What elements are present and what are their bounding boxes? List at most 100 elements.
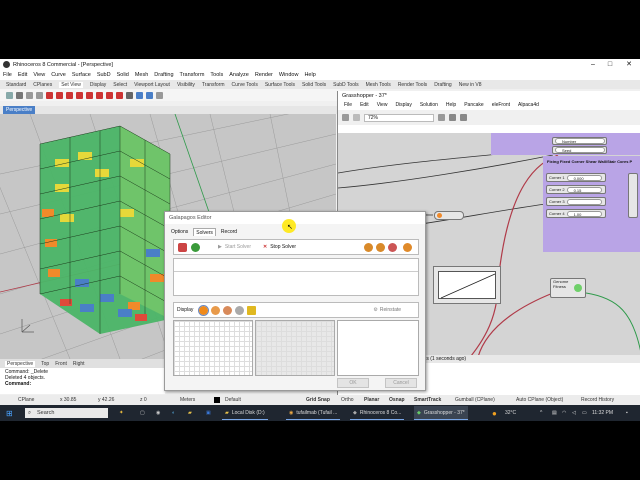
toolbar-tab-standard[interactable]: Standard: [6, 82, 26, 88]
toolbar-pan-icon[interactable]: [6, 91, 13, 99]
gh-save-icon[interactable]: [342, 114, 349, 121]
task-view-icon[interactable]: ▢: [140, 409, 145, 417]
zoom-field[interactable]: 72%: [364, 113, 434, 122]
taskbar-clock[interactable]: 11:32 PM: [592, 409, 613, 417]
toolbar-tab-drafting[interactable]: Drafting: [434, 82, 452, 88]
toggle-auto-cplane[interactable]: Auto CPlane (Object): [516, 397, 563, 403]
start-solver-button[interactable]: Start Solver: [225, 244, 251, 250]
tab-record[interactable]: Record: [219, 228, 239, 236]
task-grasshopper[interactable]: ◆ Grasshopper - 37*: [414, 406, 468, 420]
slider-corner-3[interactable]: Corner 3: [546, 197, 606, 206]
toolbar-tab-cplanes[interactable]: CPlanes: [33, 82, 52, 88]
toolbar-display-icon[interactable]: [146, 91, 153, 99]
viewport-tab-top[interactable]: Top: [41, 361, 49, 367]
toolbar-left-icon[interactable]: [86, 91, 93, 99]
menu-file[interactable]: File: [3, 72, 12, 78]
toolbar-perspective-icon[interactable]: [116, 91, 123, 99]
toolbar-tab-render-tools[interactable]: Render Tools: [398, 82, 427, 88]
gh-menu-alpaca4d[interactable]: Alpaca4d: [518, 102, 539, 108]
tab-solvers[interactable]: Solvers: [193, 228, 216, 236]
toggle-osnap[interactable]: Osnap: [389, 397, 405, 403]
menu-analyze[interactable]: Analyze: [229, 72, 249, 78]
menu-transform[interactable]: Transform: [180, 72, 205, 78]
weather-temperature[interactable]: 32°C: [505, 409, 516, 417]
menu-window[interactable]: Window: [279, 72, 299, 78]
gh-menu-view[interactable]: View: [377, 102, 388, 108]
toggle-gumball[interactable]: Gumball (CPlane): [455, 397, 495, 403]
status-units[interactable]: Meters: [180, 397, 195, 403]
display-orange-icon[interactable]: [198, 304, 210, 316]
display-light-orange-icon[interactable]: [211, 305, 221, 315]
toolbar-tab-set-view[interactable]: Set View: [59, 81, 83, 88]
gh-sketch-icon[interactable]: [438, 114, 445, 121]
status-layer[interactable]: Default: [225, 397, 241, 403]
gauge-icon[interactable]: [388, 242, 398, 252]
status-cplane[interactable]: CPlane: [18, 397, 34, 403]
toolbar-render-icon[interactable]: [136, 91, 143, 99]
gh-eye-icon[interactable]: [460, 114, 467, 121]
taskbar-search-box[interactable]: ⌕ Search ✦: [25, 408, 124, 418]
menu-subd[interactable]: SubD: [97, 72, 111, 78]
menu-solid[interactable]: Solid: [117, 72, 129, 78]
toolbar-tab-transform[interactable]: Transform: [202, 82, 225, 88]
tray-volume-icon[interactable]: ◁: [572, 409, 576, 417]
minimize-icon[interactable]: –: [586, 59, 600, 70]
gh-menu-pancake[interactable]: Pancake: [464, 102, 483, 108]
gh-menu-display[interactable]: Display: [395, 102, 411, 108]
store-icon[interactable]: ▣: [206, 409, 211, 417]
toolbar-tab-subd-tools[interactable]: SubD Tools: [333, 82, 358, 88]
explorer-icon[interactable]: ▰: [188, 409, 192, 417]
task-rhinoceros[interactable]: ◆ Rhinoceros 8 Co...: [350, 406, 405, 420]
chat-icon[interactable]: ◉: [156, 409, 160, 417]
toggle-ortho[interactable]: Ortho: [341, 397, 354, 403]
toggle-smarttrack[interactable]: SmartTrack: [414, 397, 441, 403]
ok-button[interactable]: OK: [337, 378, 369, 388]
windows-start-icon[interactable]: ⊞: [6, 409, 13, 418]
toggle-grid-snap[interactable]: Grid Snap: [306, 397, 330, 403]
gh-menu-solution[interactable]: Solution: [420, 102, 438, 108]
clock-icon[interactable]: [364, 242, 374, 252]
toolbar-zoom-icon[interactable]: [26, 91, 33, 99]
menu-curve[interactable]: Curve: [51, 72, 66, 78]
command-prompt[interactable]: Command:: [5, 381, 160, 387]
menu-mesh[interactable]: Mesh: [135, 72, 148, 78]
toolbar-front-icon[interactable]: [66, 91, 73, 99]
gh-graph-mapper[interactable]: [433, 266, 501, 304]
menu-drafting[interactable]: Drafting: [154, 72, 173, 78]
toolbar-tab-display[interactable]: Display: [90, 82, 106, 88]
toolbar-zoom-window-icon[interactable]: [36, 91, 43, 99]
task-browser[interactable]: ◉ tufailmab (Tufail ...: [286, 406, 341, 420]
menu-tools[interactable]: Tools: [210, 72, 223, 78]
gh-menu-file[interactable]: File: [344, 102, 352, 108]
toolbar-tab-solid-tools[interactable]: Solid Tools: [302, 82, 326, 88]
viewport-tab-front[interactable]: Front: [55, 361, 67, 367]
toolbar-right-icon[interactable]: [76, 91, 83, 99]
edge-icon[interactable]: ◐: [172, 409, 175, 417]
toggle-planar[interactable]: Planar: [364, 397, 379, 403]
toolbar-back-icon[interactable]: [96, 91, 103, 99]
gh-merge-node[interactable]: [628, 173, 638, 218]
tray-chevron-icon[interactable]: ^: [540, 409, 542, 417]
gh-menu-help[interactable]: Help: [446, 102, 456, 108]
slider-corner-2[interactable]: Corner 2 0.15: [546, 185, 606, 194]
close-icon[interactable]: ✕: [622, 59, 636, 70]
toolbar-view-icon[interactable]: [46, 91, 53, 99]
tray-wifi-icon[interactable]: ◠: [562, 409, 566, 417]
display-radiation-icon[interactable]: [247, 305, 257, 315]
menu-help[interactable]: Help: [304, 72, 315, 78]
toolbar-tab-mesh-tools[interactable]: Mesh Tools: [366, 82, 391, 88]
task-local-disk[interactable]: ▰ Local Disk (D:): [222, 406, 268, 420]
toolbar-tab-visibility[interactable]: Visibility: [177, 82, 195, 88]
tab-options[interactable]: Options: [169, 228, 190, 236]
timer-icon[interactable]: [376, 242, 386, 252]
toolbar-named-view-icon[interactable]: [156, 91, 163, 99]
menu-surface[interactable]: Surface: [72, 72, 91, 78]
viewport-tab-perspective[interactable]: Perspective: [5, 360, 36, 367]
gh-menu-elefront[interactable]: eleFront: [492, 102, 510, 108]
maximize-icon[interactable]: □: [603, 59, 617, 70]
notification-icon[interactable]: ▪: [626, 409, 628, 417]
gh-galapagos-node[interactable]: Genome Fitness: [550, 278, 586, 298]
toolbar-tab-new-in-v8[interactable]: New in V8: [459, 82, 482, 88]
toolbar-rotate-icon[interactable]: [16, 91, 23, 99]
slider-corner-1[interactable]: Corner 1 0.000: [546, 173, 606, 182]
